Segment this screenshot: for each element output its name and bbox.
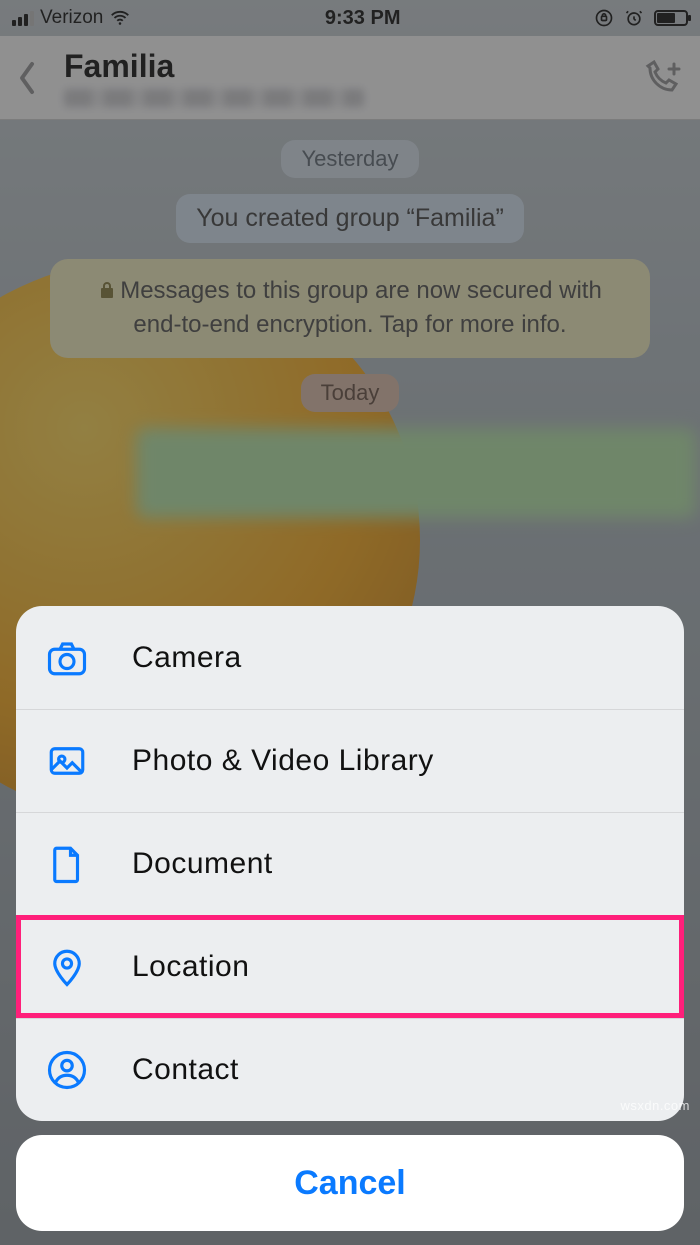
alarm-icon (624, 8, 644, 28)
chat-subtitle-redacted (64, 89, 364, 107)
battery-icon (654, 10, 688, 26)
encryption-text: Messages to this group are now secured w… (120, 277, 602, 338)
chat-body: Yesterday You created group “Familia” Me… (0, 120, 700, 538)
chat-header: Familia (0, 36, 700, 120)
signal-icon (12, 11, 34, 26)
sheet-item-document[interactable]: Document (16, 812, 684, 915)
carrier-label: Verizon (40, 7, 103, 29)
call-add-icon[interactable] (638, 54, 686, 102)
lock-icon (98, 277, 116, 309)
file-icon (46, 843, 88, 885)
pin-icon (46, 946, 88, 988)
clock-label: 9:33 PM (131, 7, 594, 30)
status-bar: Verizon 9:33 PM (0, 0, 700, 36)
sheet-item-camera[interactable]: Camera (16, 606, 684, 709)
message-redacted (136, 428, 696, 518)
wifi-icon (109, 7, 131, 29)
image-icon (46, 740, 88, 782)
date-badge-yesterday: Yesterday (281, 140, 418, 178)
attachment-action-sheet: Camera Photo & Video Library Document Lo… (16, 606, 684, 1231)
rotation-lock-icon (594, 8, 614, 28)
chat-title[interactable]: Familia (64, 48, 638, 85)
sheet-item-label: Camera (132, 641, 242, 675)
person-circle-icon (46, 1049, 88, 1091)
back-icon[interactable] (14, 56, 40, 100)
camera-icon (46, 637, 88, 679)
cancel-label: Cancel (294, 1164, 406, 1203)
date-badge-today: Today (301, 374, 400, 412)
sheet-item-label: Photo & Video Library (132, 744, 434, 778)
sheet-item-label: Contact (132, 1053, 239, 1087)
watermark: wsxdn.com (620, 1098, 690, 1113)
sheet-item-location[interactable]: Location (16, 915, 684, 1018)
cancel-button[interactable]: Cancel (16, 1135, 684, 1231)
sheet-item-label: Document (132, 847, 273, 881)
sheet-item-label: Location (132, 950, 249, 984)
system-message: You created group “Familia” (176, 194, 524, 243)
sheet-item-photo-video[interactable]: Photo & Video Library (16, 709, 684, 812)
encryption-notice[interactable]: Messages to this group are now secured w… (50, 259, 650, 358)
sheet-item-contact[interactable]: Contact (16, 1018, 684, 1121)
